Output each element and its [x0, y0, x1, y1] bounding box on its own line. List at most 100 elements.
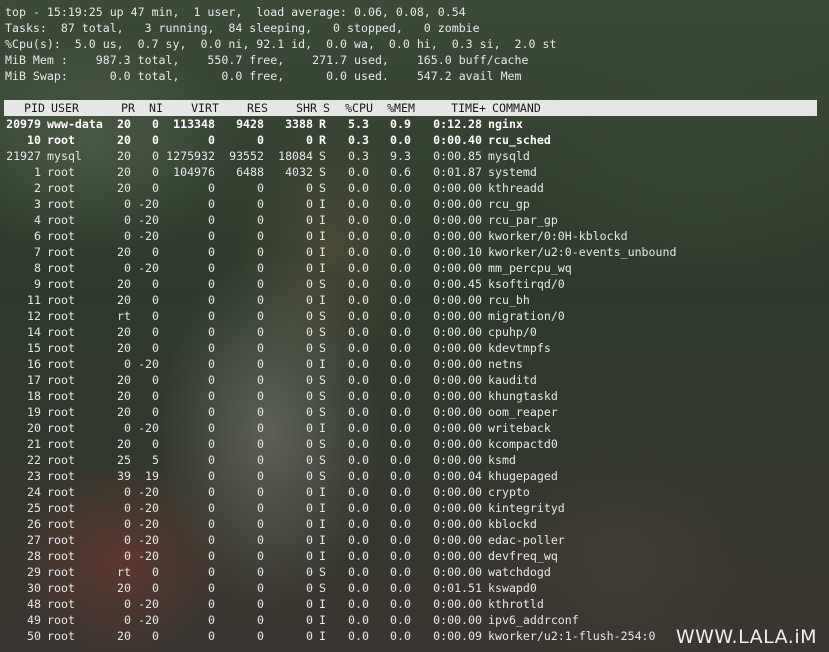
- process-row: 28 root 0 -20 0 0 0 I 0.0 0.0 0:00.00 devfreq_wq: [0, 548, 829, 564]
- process-ni-cell: 0: [152, 565, 159, 579]
- process-mem-cell: 0.0: [390, 373, 411, 387]
- process-mem-cell: 0.0: [390, 405, 411, 419]
- process-cmd-cell: rcu_par_gp: [488, 213, 558, 227]
- process-shr-cell: 0: [306, 581, 313, 595]
- process-res-cell: 0: [257, 613, 264, 627]
- process-pid-cell: 4: [34, 213, 41, 227]
- process-time-cell: 0:00.00: [433, 565, 482, 579]
- header-virt: VIRT: [191, 101, 219, 115]
- process-res-cell: 0: [257, 629, 264, 643]
- process-row: 3 root 0 -20 0 0 0 I 0.0 0.0 0:00.00 rcu_gp: [0, 196, 829, 212]
- process-pr-cell: 0: [124, 549, 131, 563]
- process-s-cell: S: [319, 325, 326, 339]
- process-pr-cell: 20: [117, 149, 131, 163]
- terminal-window[interactable]: top - 15:19:25 up 47 min, 1 user, load a…: [0, 0, 829, 652]
- process-cmd-cell: kworker/0:0H-kblockd: [488, 229, 628, 243]
- process-shr-cell: 0: [306, 277, 313, 291]
- process-pid-cell: 23: [27, 469, 41, 483]
- process-mem-cell: 0.0: [390, 197, 411, 211]
- process-time-cell: 0:00.00: [433, 341, 482, 355]
- process-ni-cell: 0: [152, 309, 159, 323]
- process-virt-cell: 0: [208, 293, 215, 307]
- process-shr-cell: 3388: [285, 117, 313, 131]
- process-s-cell: I: [319, 357, 326, 371]
- process-virt-cell: 1275932: [166, 149, 215, 163]
- process-s-cell: I: [319, 245, 326, 259]
- process-cmd-cell: migration/0: [488, 309, 565, 323]
- process-mem-cell: 0.0: [390, 309, 411, 323]
- process-shr-cell: 0: [306, 565, 313, 579]
- process-ni-cell: 0: [152, 293, 159, 307]
- process-row: 7 root 20 0 0 0 0 I 0.0 0.0 0:00.10 kworker/u2:0-ev…: [0, 244, 829, 260]
- process-pr-cell: 0: [124, 229, 131, 243]
- process-cmd-cell: ksoftirqd/0: [488, 277, 565, 291]
- process-cpu-cell: 0.0: [348, 405, 369, 419]
- process-ni-cell: -20: [138, 213, 159, 227]
- process-cpu-cell: 0.0: [348, 533, 369, 547]
- process-s-cell: S: [319, 581, 326, 595]
- process-virt-cell: 0: [208, 325, 215, 339]
- process-pid-cell: 29: [27, 565, 41, 579]
- process-virt-cell: 0: [208, 469, 215, 483]
- process-cmd-cell: devfreq_wq: [488, 549, 558, 563]
- header-pr: PR: [121, 101, 135, 115]
- process-pid-cell: 18: [27, 389, 41, 403]
- process-cpu-cell: 0.0: [348, 565, 369, 579]
- process-pr-cell: 0: [124, 501, 131, 515]
- process-cpu-cell: 0.3: [348, 149, 369, 163]
- process-row: 22 root 25 5 0 0 0 S 0.0 0.0 0:00.00 ksmd: [0, 452, 829, 468]
- header-pid: PID: [24, 101, 45, 115]
- process-cmd-cell: kblockd: [488, 517, 537, 531]
- summary-tasks-line: Tasks: 87 total, 3 running, 84 sleeping,…: [5, 21, 480, 35]
- process-res-cell: 0: [257, 341, 264, 355]
- process-virt-cell: 0: [208, 421, 215, 435]
- process-shr-cell: 0: [306, 261, 313, 275]
- process-pr-cell: 20: [117, 437, 131, 451]
- process-s-cell: S: [319, 149, 326, 163]
- process-mem-cell: 0.0: [390, 261, 411, 275]
- process-row: 10 root 20 0 0 0 0 R 0.3 0.0 0:00.40 rcu_sched: [0, 132, 829, 148]
- process-ni-cell: 0: [152, 373, 159, 387]
- process-pid-cell: 6: [34, 229, 41, 243]
- process-cmd-cell: kthrotld: [488, 597, 544, 611]
- process-time-cell: 0:00.00: [433, 533, 482, 547]
- process-shr-cell: 0: [306, 213, 313, 227]
- process-pr-cell: 0: [124, 613, 131, 627]
- process-shr-cell: 0: [306, 613, 313, 627]
- process-res-cell: 0: [257, 325, 264, 339]
- process-cmd-cell: khugepaged: [488, 469, 558, 483]
- process-pr-cell: 20: [117, 325, 131, 339]
- process-time-cell: 0:00.00: [433, 453, 482, 467]
- process-shr-cell: 0: [306, 485, 313, 499]
- process-ni-cell: 0: [152, 389, 159, 403]
- process-table-header: PID USER PR NI VIRT RES SHR S %CPU %MEM …: [4, 100, 817, 116]
- process-time-cell: 0:00.00: [433, 437, 482, 451]
- process-cmd-cell: khungtaskd: [488, 389, 558, 403]
- process-cpu-cell: 0.0: [348, 341, 369, 355]
- process-row: 17 root 20 0 0 0 0 S 0.0 0.0 0:00.00 kauditd: [0, 372, 829, 388]
- process-s-cell: I: [319, 261, 326, 275]
- process-ni-cell: -20: [138, 501, 159, 515]
- process-virt-cell: 0: [208, 373, 215, 387]
- process-time-cell: 0:00.10: [433, 245, 482, 259]
- process-shr-cell: 0: [306, 245, 313, 259]
- process-ni-cell: -20: [138, 485, 159, 499]
- process-s-cell: I: [319, 421, 326, 435]
- process-row: 8 root 0 -20 0 0 0 I 0.0 0.0 0:00.00 mm_percpu_wq: [0, 260, 829, 276]
- process-mem-cell: 9.3: [390, 149, 411, 163]
- process-res-cell: 0: [257, 437, 264, 451]
- process-cpu-cell: 0.0: [348, 549, 369, 563]
- summary-cpu-line: %Cpu(s): 5.0 us, 0.7 sy, 0.0 ni, 92.1 id…: [5, 37, 557, 51]
- process-shr-cell: 0: [306, 533, 313, 547]
- process-cpu-cell: 0.0: [348, 437, 369, 451]
- process-ni-cell: -20: [138, 357, 159, 371]
- process-mem-cell: 0.0: [390, 133, 411, 147]
- process-cmd-cell: kswapd0: [488, 581, 537, 595]
- process-time-cell: 0:00.45: [433, 277, 482, 291]
- process-cmd-cell: rcu_sched: [488, 133, 551, 147]
- process-cpu-cell: 0.0: [348, 357, 369, 371]
- process-virt-cell: 0: [208, 437, 215, 451]
- process-pr-cell: 25: [117, 453, 131, 467]
- process-virt-cell: 0: [208, 229, 215, 243]
- process-time-cell: 0:00.00: [433, 421, 482, 435]
